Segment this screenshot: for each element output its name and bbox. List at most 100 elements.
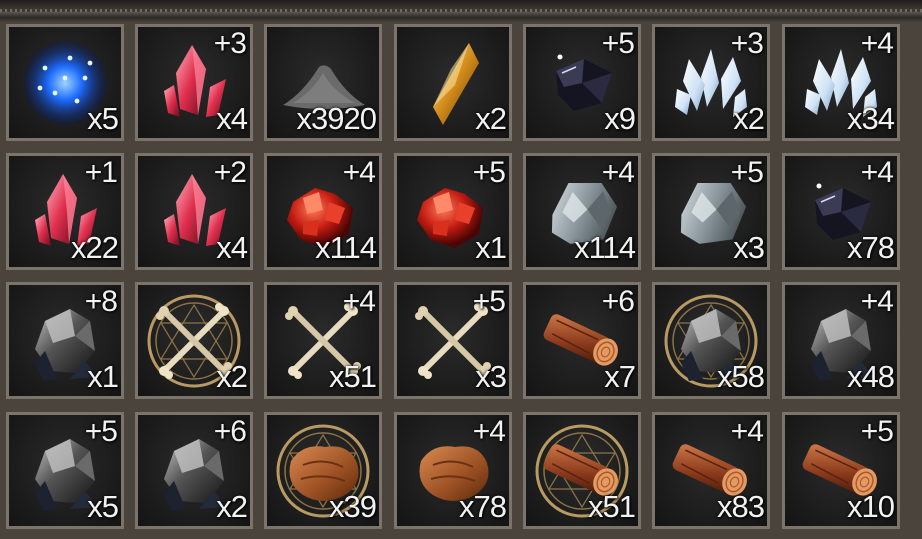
inventory-slot[interactable]: +5 x3	[394, 282, 512, 399]
item-quantity: x10	[847, 489, 895, 524]
enhancement-level: +3	[730, 27, 764, 60]
slot-background: x51	[526, 415, 638, 526]
inventory-slot[interactable]: +5 x3	[652, 153, 770, 270]
inventory-slot[interactable]: +2 x4	[135, 153, 253, 270]
inventory-slot[interactable]: +4 x51	[264, 282, 382, 399]
inventory-slot[interactable]: +5 x5	[6, 412, 124, 529]
slot-background: +3 x4	[138, 27, 250, 138]
enhancement-level: +4	[472, 415, 506, 448]
enhancement-level: +6	[213, 415, 247, 448]
inventory-slot[interactable]: +4 x34	[782, 24, 900, 141]
inventory-slot[interactable]: +5 x9	[523, 24, 641, 141]
slot-background: +4 x78	[397, 415, 509, 526]
enhancement-level: +6	[601, 285, 635, 318]
enhancement-level: +4	[601, 156, 635, 189]
slot-background: +4 x34	[785, 27, 897, 138]
inventory-slot[interactable]: +4 x78	[782, 153, 900, 270]
slot-background: +3 x2	[655, 27, 767, 138]
inventory-slot[interactable]: +8 x1	[6, 282, 124, 399]
item-quantity: x3	[733, 230, 765, 265]
slot-background: +4 x114	[267, 156, 379, 267]
inventory-slot[interactable]: +4 x78	[394, 412, 512, 529]
inventory-slot[interactable]: +6 x7	[523, 282, 641, 399]
item-quantity: x22	[71, 230, 119, 265]
item-quantity: x114	[315, 230, 377, 265]
slot-background: x2	[138, 285, 250, 396]
enhancement-level: +5	[84, 415, 118, 448]
inventory-slot[interactable]: +4 x83	[652, 412, 770, 529]
enhancement-level: +4	[730, 415, 764, 448]
slot-background: +5 x3	[655, 156, 767, 267]
slot-background: +5 x1	[397, 156, 509, 267]
slot-background: x5	[9, 27, 121, 138]
item-quantity: x7	[604, 359, 636, 394]
item-quantity: x2	[216, 359, 248, 394]
enhancement-level: +5	[601, 27, 635, 60]
item-quantity: x114	[574, 230, 636, 265]
slot-background: +5 x9	[526, 27, 638, 138]
item-quantity: x3	[475, 359, 507, 394]
enhancement-level: +5	[730, 156, 764, 189]
item-quantity: x9	[604, 101, 636, 136]
item-quantity: x1	[475, 230, 507, 265]
item-quantity: x1	[87, 359, 119, 394]
item-quantity: x51	[588, 489, 636, 524]
inventory-slot[interactable]: x2	[135, 282, 253, 399]
enhancement-level: +4	[860, 285, 894, 318]
enhancement-level: +5	[472, 156, 506, 189]
inventory-slot[interactable]: +4 x48	[782, 282, 900, 399]
inventory-slot[interactable]: +3 x2	[652, 24, 770, 141]
slot-background: +4 x48	[785, 285, 897, 396]
enhancement-level: +5	[860, 415, 894, 448]
slot-background: x3920	[267, 27, 379, 138]
inventory-slot[interactable]: x58	[652, 282, 770, 399]
slot-background: +6 x2	[138, 415, 250, 526]
slot-background: +1 x22	[9, 156, 121, 267]
item-quantity: x2	[216, 489, 248, 524]
enhancement-level: +5	[472, 285, 506, 318]
item-quantity: x4	[216, 230, 248, 265]
item-quantity: x3920	[296, 101, 377, 136]
slot-background: +6 x7	[526, 285, 638, 396]
slot-background: +4 x78	[785, 156, 897, 267]
item-quantity: x78	[847, 230, 895, 265]
item-quantity: x2	[475, 101, 507, 136]
item-quantity: x34	[847, 101, 895, 136]
item-quantity: x5	[87, 489, 119, 524]
enhancement-level: +2	[213, 156, 247, 189]
inventory-slot[interactable]: x39	[264, 412, 382, 529]
inventory-slot[interactable]: +6 x2	[135, 412, 253, 529]
slot-background: x39	[267, 415, 379, 526]
inventory-slot[interactable]: x2	[394, 24, 512, 141]
inventory-slot[interactable]: +5 x10	[782, 412, 900, 529]
inventory-slot[interactable]: x51	[523, 412, 641, 529]
inventory-grid: x5 +3 x4 x3920 x2 +5 x9 +3 x2 +4 x34 +1 …	[6, 24, 922, 539]
inventory-slot[interactable]: +3 x4	[135, 24, 253, 141]
slot-background: +8 x1	[9, 285, 121, 396]
slot-background: x2	[397, 27, 509, 138]
inventory-slot[interactable]: x5	[6, 24, 124, 141]
slot-background: +5 x5	[9, 415, 121, 526]
inventory-slot[interactable]: +4 x114	[264, 153, 382, 270]
item-quantity: x58	[717, 359, 765, 394]
item-quantity: x48	[847, 359, 895, 394]
enhancement-level: +8	[84, 285, 118, 318]
enhancement-level: +4	[860, 27, 894, 60]
inventory-slot[interactable]: +5 x1	[394, 153, 512, 270]
inventory-slot[interactable]: +1 x22	[6, 153, 124, 270]
slot-background: +4 x114	[526, 156, 638, 267]
slot-background: x58	[655, 285, 767, 396]
inventory-slot[interactable]: x3920	[264, 24, 382, 141]
item-quantity: x83	[717, 489, 765, 524]
enhancement-level: +3	[213, 27, 247, 60]
slot-background: +2 x4	[138, 156, 250, 267]
item-quantity: x51	[329, 359, 377, 394]
enhancement-level: +1	[84, 156, 118, 189]
enhancement-level: +4	[342, 156, 376, 189]
slot-background: +4 x83	[655, 415, 767, 526]
slot-background: +4 x51	[267, 285, 379, 396]
item-quantity: x4	[216, 101, 248, 136]
item-quantity: x5	[87, 101, 119, 136]
slot-background: +5 x3	[397, 285, 509, 396]
inventory-slot[interactable]: +4 x114	[523, 153, 641, 270]
